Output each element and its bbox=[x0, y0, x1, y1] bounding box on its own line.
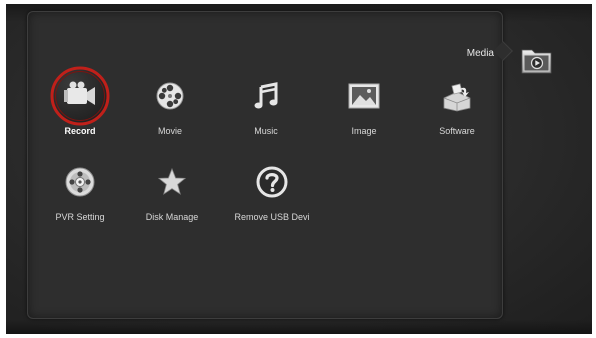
pvr-disc-icon bbox=[60, 162, 100, 202]
menu-item-pvr-setting[interactable]: PVR Setting bbox=[37, 162, 123, 228]
menu-item-image[interactable]: Image bbox=[321, 76, 407, 142]
menu-label-record: Record bbox=[64, 126, 96, 136]
menu-item-remove-usb[interactable]: Remove USB Devi bbox=[229, 162, 315, 228]
star-icon bbox=[152, 162, 192, 202]
picture-icon bbox=[344, 76, 384, 116]
video-camera-icon bbox=[50, 66, 110, 126]
bottom-shadow bbox=[6, 320, 592, 334]
menu-item-movie[interactable]: Movie bbox=[127, 76, 213, 142]
menu-label-disk-manage: Disk Manage bbox=[145, 212, 199, 222]
menu-label-software: Software bbox=[439, 126, 475, 136]
media-folder-icon[interactable] bbox=[519, 42, 555, 78]
menu-label-movie: Movie bbox=[157, 126, 182, 136]
tv-screen: Media Record Movie Music Image Software … bbox=[6, 4, 592, 334]
menu-label-image: Image bbox=[351, 126, 377, 136]
menu-label-pvr-setting: PVR Setting bbox=[55, 212, 105, 222]
menu-item-record[interactable]: Record bbox=[37, 66, 123, 142]
question-icon bbox=[252, 162, 292, 202]
category-title: Media bbox=[466, 48, 494, 59]
menu-label-remove-usb: Remove USB Devi bbox=[234, 212, 310, 222]
music-note-icon bbox=[246, 76, 286, 116]
film-reel-icon bbox=[150, 76, 190, 116]
software-box-icon bbox=[437, 76, 477, 116]
menu-label-music: Music bbox=[254, 126, 278, 136]
menu-item-music[interactable]: Music bbox=[223, 76, 309, 142]
menu-item-disk-manage[interactable]: Disk Manage bbox=[129, 162, 215, 228]
menu-item-software[interactable]: Software bbox=[414, 76, 500, 142]
